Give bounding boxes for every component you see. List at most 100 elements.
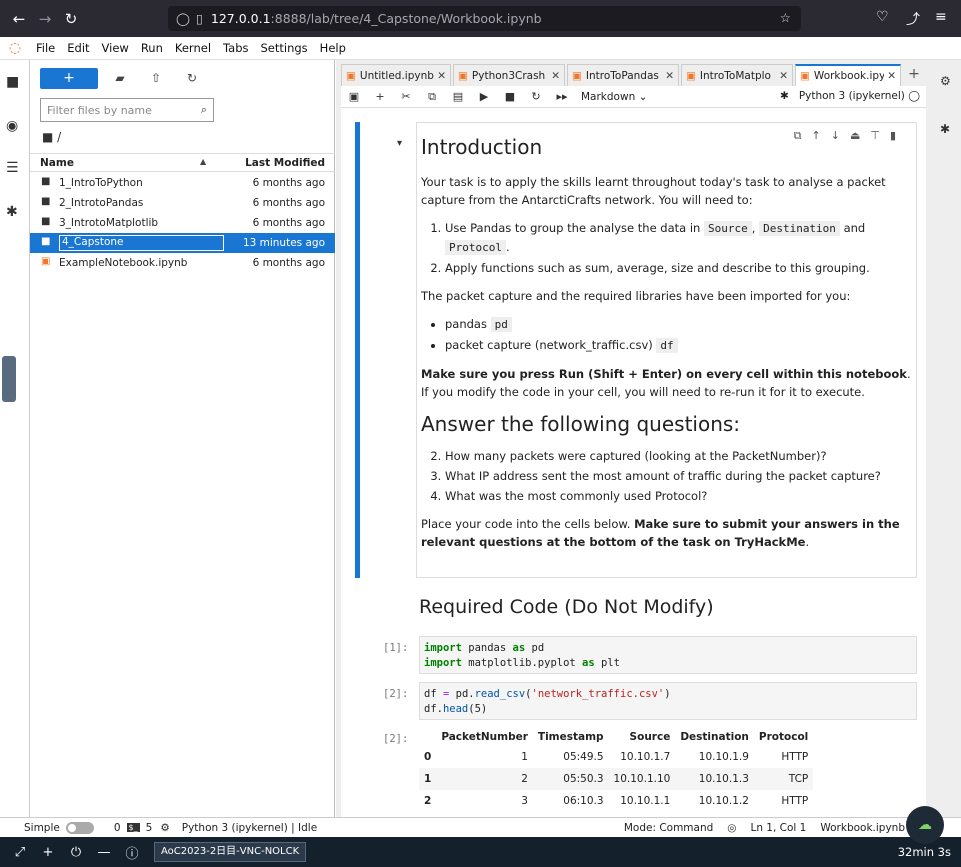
new-launcher-button[interactable]: +	[40, 67, 98, 89]
close-icon[interactable]: ✕	[665, 70, 674, 82]
info-icon[interactable]: ⓘ	[120, 843, 144, 862]
reload-icon[interactable]: ↻	[60, 10, 82, 28]
close-icon[interactable]: ✕	[551, 70, 560, 82]
menu-settings[interactable]: Settings	[255, 41, 314, 55]
menu-file[interactable]: File	[30, 41, 61, 55]
markdown-cell[interactable]: ⧉↑↓⏏⊤▮ Introduction Your task is to appl…	[416, 122, 917, 578]
collapse-heading-icon[interactable]: ▾	[397, 138, 402, 149]
menu-view[interactable]: View	[96, 41, 135, 55]
file-row[interactable]: ■ 2_IntrotoPandas 6 months ago	[30, 193, 335, 213]
kernel-count[interactable]: 5	[146, 822, 153, 834]
back-icon[interactable]: ←	[8, 10, 30, 28]
run-icon[interactable]: ▶	[471, 90, 497, 103]
insert-above-icon[interactable]: ⏏	[850, 129, 870, 142]
extensions-icon[interactable]: ⤴	[906, 9, 920, 29]
table-cell: 10.10.1.3	[675, 768, 754, 790]
folder-icon: ■	[41, 176, 51, 187]
paste-icon[interactable]: ▤	[445, 90, 471, 103]
column-name[interactable]: Name	[40, 157, 74, 169]
activity-bar: ■ ◉ ☰ ✱	[0, 60, 30, 817]
close-icon[interactable]: ✕	[779, 70, 788, 82]
file-row-selected[interactable]: ■ 4_Capstone 13 minutes ago	[30, 233, 335, 253]
file-modified: 6 months ago	[252, 177, 325, 189]
url-bar[interactable]: ◯ ▯ 127.0.0.1:8888/lab/tree/4_Capstone/W…	[168, 6, 801, 31]
toc-icon[interactable]: ☰	[6, 160, 19, 176]
menu-tabs[interactable]: Tabs	[217, 41, 254, 55]
run-all-icon[interactable]: ▸▸	[549, 90, 575, 103]
save-icon[interactable]: ▣	[341, 90, 367, 103]
menu-help[interactable]: Help	[314, 41, 352, 55]
file-name-rename-input[interactable]: 4_Capstone	[59, 235, 224, 251]
restart-icon[interactable]: ↻	[523, 90, 549, 103]
new-folder-icon[interactable]: ▰	[102, 71, 138, 85]
minimize-icon[interactable]: —	[92, 845, 116, 860]
pocket-icon[interactable]: ♡	[876, 9, 889, 25]
running-icon[interactable]: ◉	[6, 118, 18, 134]
simple-mode-toggle[interactable]	[65, 821, 94, 834]
cell-type-select[interactable]: Markdown ⌄	[581, 91, 647, 103]
add-cell-icon[interactable]: +	[367, 90, 393, 103]
file-row[interactable]: ■ 3_IntrotoMatplotlib 6 months ago	[30, 213, 335, 233]
upload-icon[interactable]: ⇧	[138, 71, 174, 85]
move-up-icon[interactable]: ↑	[812, 129, 831, 142]
notebook-icon: ▣	[346, 69, 356, 82]
notebook-content[interactable]: ▾ ⧉↑↓⏏⊤▮ Introduction Your task is to ap…	[341, 108, 926, 817]
sort-asc-icon[interactable]: ▲	[200, 157, 206, 166]
delete-icon[interactable]: ▮	[890, 129, 906, 142]
refresh-icon[interactable]: ↻	[174, 71, 210, 85]
inline-code: pd	[490, 317, 512, 332]
menu-edit[interactable]: Edit	[61, 41, 95, 55]
code-line: df.head(5)	[424, 703, 488, 715]
tab-untitled[interactable]: ▣ Untitled.ipynb ✕	[341, 64, 451, 86]
code-cell-read-csv[interactable]: df = pd.read_csv('network_traffic.csv') …	[419, 682, 917, 720]
move-down-icon[interactable]: ↓	[831, 129, 850, 142]
menu-icon[interactable]: ≡	[935, 9, 947, 25]
kernel-status[interactable]: Python 3 (ipykernel) | Idle	[182, 822, 317, 834]
file-list-header: Name ▲ Last Modified	[30, 153, 335, 172]
tab-workbook[interactable]: ▣ Workbook.ipyr ✕	[795, 64, 901, 86]
breadcrumb[interactable]: ■ /	[42, 130, 61, 144]
copy-icon[interactable]: ⧉	[419, 90, 445, 104]
side-drag-handle[interactable]	[2, 356, 16, 402]
add-icon[interactable]: +	[36, 845, 60, 860]
extension-icon[interactable]: ✱	[6, 204, 18, 220]
menu-kernel[interactable]: Kernel	[169, 41, 217, 55]
tab-python3crash[interactable]: ▣ Python3Crash ✕	[453, 64, 565, 86]
file-row[interactable]: ■ 1_IntroToPython 6 months ago	[30, 173, 335, 193]
jupyter-logo-icon: ◌	[8, 40, 22, 56]
power-icon[interactable]: ⏻	[64, 845, 88, 860]
cursor-position[interactable]: Ln 1, Col 1	[750, 822, 806, 834]
cut-icon[interactable]: ✂	[393, 90, 419, 103]
property-inspector-icon[interactable]: ⚙	[940, 74, 951, 88]
table-cell: 06:10.3	[563, 795, 604, 807]
tab-introtopandas[interactable]: ▣ IntroToPandas ✕	[567, 64, 679, 86]
bookmark-star-icon[interactable]: ☆	[780, 10, 791, 25]
breadcrumb-root[interactable]: /	[57, 130, 61, 144]
forward-icon[interactable]: →	[34, 10, 56, 28]
close-icon[interactable]: ✕	[887, 70, 896, 82]
task-item: Use Pandas to group the analyse the data…	[445, 219, 912, 257]
filter-input[interactable]: Filter files by name ⌕	[40, 98, 214, 122]
status-bar: Simple 0 $_ 5 ⚙ Python 3 (ipykernel) | I…	[0, 817, 961, 837]
main-area: ▣ Untitled.ipynb ✕ ▣ Python3Crash ✕ ▣ In…	[336, 60, 961, 817]
vnc-window-button[interactable]: AoC2023-2日目-VNC-NOLCK	[154, 842, 307, 862]
code-cell-imports[interactable]: import pandas as pd import matplotlib.py…	[419, 636, 917, 674]
column-last-modified[interactable]: Last Modified	[245, 157, 325, 169]
chat-bubble-icon[interactable]: ☁	[906, 806, 944, 844]
debugger-icon[interactable]: ✱	[940, 122, 950, 136]
file-row[interactable]: ▣ ExampleNotebook.ipynb 6 months ago	[30, 253, 335, 273]
new-tab-icon[interactable]: +	[903, 64, 925, 86]
file-modified: 6 months ago	[252, 197, 325, 209]
cell-toolbar: ⧉↑↓⏏⊤▮	[794, 127, 906, 145]
tab-introtomatplotlib[interactable]: ▣ IntroToMatplo ✕	[681, 64, 793, 86]
duplicate-icon[interactable]: ⧉	[794, 129, 812, 142]
stop-icon[interactable]: ■	[497, 90, 523, 103]
folder-icon[interactable]: ■	[6, 74, 19, 90]
expand-icon[interactable]: ⤢	[8, 845, 32, 860]
menu-run[interactable]: Run	[135, 41, 169, 55]
terminal-count[interactable]: 0	[114, 822, 121, 834]
insert-below-icon[interactable]: ⊤	[870, 129, 890, 142]
close-icon[interactable]: ✕	[437, 70, 446, 82]
table-header-row: PacketNumber Timestamp Source Destinatio…	[419, 728, 813, 746]
kernel-indicator[interactable]: ✱ Python 3 (ipykernel) ◯	[780, 90, 920, 102]
